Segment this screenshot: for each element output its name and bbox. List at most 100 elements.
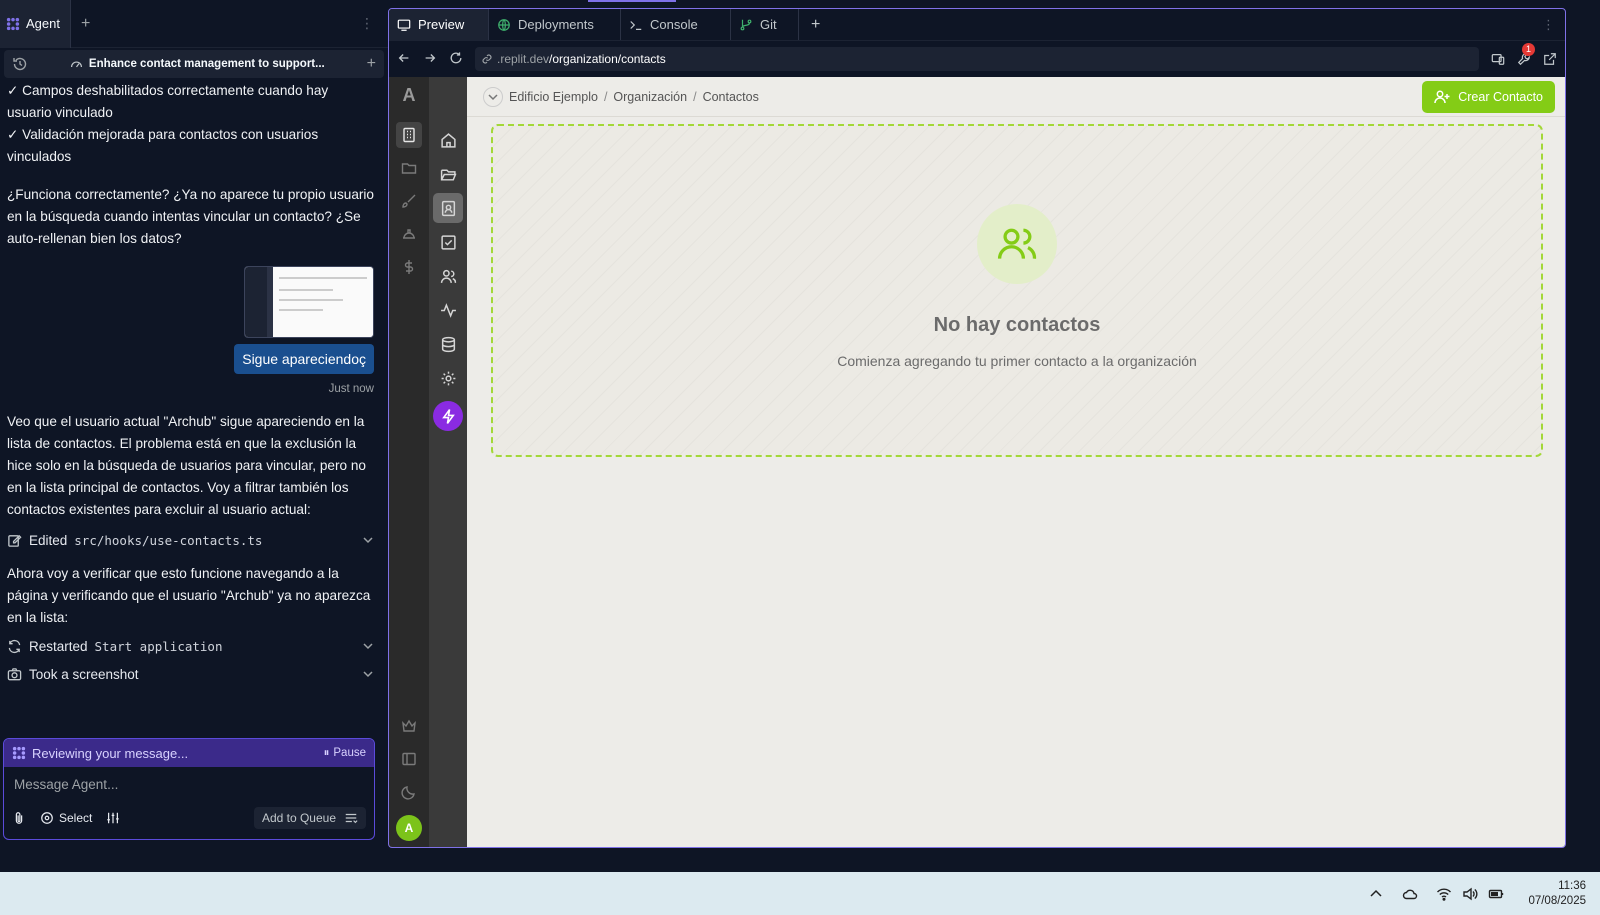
empty-state-title: No hay contactos <box>933 314 1101 336</box>
new-thread-button[interactable]: + <box>367 55 376 73</box>
building-icon <box>403 127 415 143</box>
agent-logo-icon <box>6 17 20 30</box>
forward-button[interactable] <box>423 51 437 68</box>
terminal-icon <box>630 20 642 30</box>
empty-state-illustration <box>977 204 1057 284</box>
app-logo[interactable]: A <box>403 85 416 115</box>
app-sub-rail <box>429 77 467 847</box>
chevron-down-icon <box>488 93 498 100</box>
battery-icon[interactable] <box>1488 886 1504 902</box>
rail-building[interactable] <box>396 122 422 148</box>
chevron-down-icon[interactable] <box>362 668 374 680</box>
brush-icon <box>402 194 416 208</box>
user-plus-icon <box>1434 90 1450 103</box>
new-tab-button[interactable]: + <box>71 0 100 48</box>
app-preview: A A Edificio Ejemplo / Organización / Co… <box>389 77 1565 847</box>
action-file-path: src/hooks/use-contacts.ts <box>74 532 263 548</box>
system-clock[interactable]: 11:36 07/08/2025 <box>1528 879 1586 909</box>
agent-message: Ahora voy a verificar que esto funcione … <box>7 566 371 625</box>
link-icon <box>482 54 492 64</box>
subnav-projects[interactable] <box>433 159 463 189</box>
subnav-tasks[interactable] <box>433 227 463 257</box>
active-pane-indicator <box>588 0 676 2</box>
agent-panel: Agent + ⋮ Enhance contact management to … <box>0 0 388 872</box>
tab-preview[interactable]: Preview <box>389 9 489 40</box>
paperclip-icon[interactable] <box>12 811 26 825</box>
tab-label: Console <box>650 17 698 32</box>
subnav-activity[interactable] <box>433 295 463 325</box>
url-actions: 1 <box>1491 43 1557 66</box>
reload-button[interactable] <box>449 51 463 68</box>
subnav-contacts[interactable] <box>433 193 463 223</box>
rail-premium[interactable] <box>396 713 422 739</box>
agent-thread-title[interactable]: Enhance contact management to support... <box>36 58 359 71</box>
browser-url-bar: .replit.dev/organization/contacts 1 <box>389 41 1565 77</box>
chevron-down-icon[interactable] <box>362 534 374 546</box>
url-field[interactable]: .replit.dev/organization/contacts <box>475 47 1479 71</box>
breadcrumb: Edificio Ejemplo / Organización / Contac… <box>467 77 1565 117</box>
contact-card-icon <box>441 200 455 216</box>
tab-label: Deployments <box>518 17 594 32</box>
action-edited-file[interactable]: Edited src/hooks/use-contacts.ts <box>7 529 374 551</box>
pane-tabbar: Preview Deployments Console Git + ⋮ <box>389 9 1565 41</box>
tab-agent[interactable]: Agent <box>0 0 71 48</box>
rail-design[interactable] <box>396 188 422 214</box>
chat-thread: ✓ Campos deshabilitados correctamente cu… <box>0 80 384 740</box>
new-pane-tab-button[interactable]: + <box>799 9 832 40</box>
breadcrumb-item[interactable]: Edificio Ejemplo <box>509 90 598 104</box>
breadcrumb-separator: / <box>603 89 608 104</box>
subnav-settings[interactable] <box>433 363 463 393</box>
more-options-icon[interactable]: ⋮ <box>1532 9 1565 40</box>
url-domain: .replit.dev <box>497 52 550 66</box>
home-icon <box>440 132 456 148</box>
system-tray: 11:36 07/08/2025 <box>1368 872 1600 915</box>
devices-icon[interactable] <box>1491 52 1505 66</box>
avatar[interactable]: A <box>396 815 422 841</box>
more-options-icon[interactable]: ⋮ <box>346 15 388 32</box>
rail-finance[interactable] <box>396 254 422 280</box>
preview-pane: Preview Deployments Console Git + ⋮ .rep… <box>388 8 1566 848</box>
tab-git[interactable]: Git <box>731 9 799 40</box>
subnav-database[interactable] <box>433 329 463 359</box>
cloud-icon[interactable] <box>1402 886 1418 902</box>
subnav-quick-actions[interactable] <box>433 401 463 431</box>
agent-header: Enhance contact management to support...… <box>4 50 384 78</box>
action-target: Start application <box>94 638 223 654</box>
tab-console[interactable]: Console <box>621 9 731 40</box>
rail-construction[interactable] <box>396 221 422 247</box>
screenshot-thumbnail[interactable] <box>244 266 374 338</box>
breadcrumb-item[interactable]: Contactos <box>703 90 759 104</box>
arrow-left-icon <box>398 53 409 62</box>
project-switcher[interactable] <box>483 86 503 107</box>
add-to-queue-button[interactable]: Add to Queue <box>253 807 366 829</box>
tab-deployments[interactable]: Deployments <box>489 9 621 40</box>
tab-label: Git <box>760 17 777 32</box>
user-message-block: Sigue apareciendoç Just now <box>7 266 374 395</box>
agent-tabbar: Agent + ⋮ <box>0 0 388 48</box>
chevron-up-icon[interactable] <box>1368 886 1384 902</box>
user-message: Sigue apareciendoç <box>234 344 374 374</box>
history-icon[interactable] <box>12 56 28 72</box>
chevron-down-icon[interactable] <box>362 640 374 652</box>
breadcrumb-item[interactable]: Organización <box>613 90 687 104</box>
pause-button[interactable]: ⏸ Pause <box>324 747 366 760</box>
rail-folder[interactable] <box>396 155 422 181</box>
message-input[interactable] <box>4 767 374 801</box>
external-link-icon[interactable] <box>1543 52 1557 66</box>
rail-sidebar-toggle[interactable] <box>396 746 422 772</box>
back-button[interactable] <box>397 51 411 68</box>
select-label: Select <box>59 811 93 825</box>
action-restarted[interactable]: Restarted Start application <box>7 635 374 657</box>
volume-icon[interactable] <box>1462 886 1478 902</box>
rail-theme-toggle[interactable] <box>396 779 422 805</box>
wifi-icon[interactable] <box>1436 886 1452 902</box>
create-contact-button[interactable]: Crear Contacto <box>1422 80 1555 113</box>
action-screenshot[interactable]: Took a screenshot <box>7 663 374 685</box>
subnav-home[interactable] <box>433 125 463 155</box>
queue-icon <box>345 813 358 824</box>
select-button[interactable]: Select <box>40 811 92 825</box>
checkbox-icon <box>440 234 456 250</box>
action-prefix: Edited <box>29 532 68 548</box>
sliders-icon[interactable] <box>106 811 120 825</box>
subnav-members[interactable] <box>433 261 463 291</box>
